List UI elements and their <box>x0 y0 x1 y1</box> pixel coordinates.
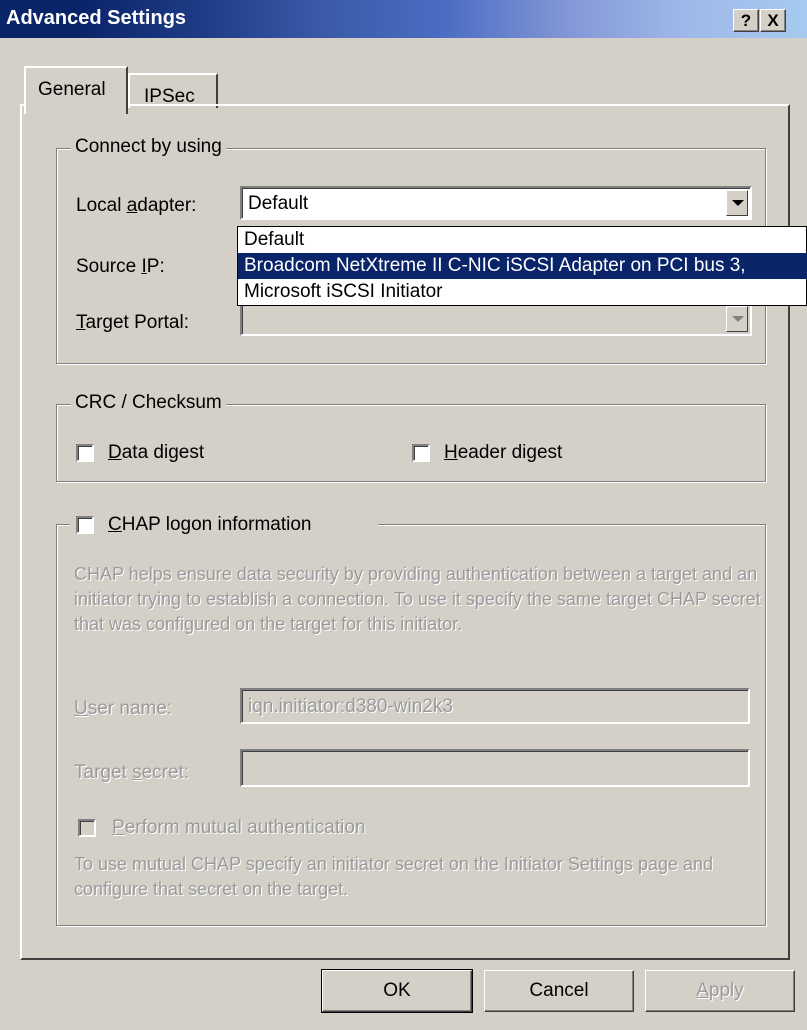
user-name-value: iqn.initiator:d380-win2k3 <box>248 696 453 717</box>
local-adapter-label: Local adapter: <box>76 195 197 216</box>
data-digest-label[interactable]: Data digest <box>108 442 204 464</box>
mutual-auth-checkbox[interactable] <box>78 819 96 837</box>
header-digest-label[interactable]: Header digest <box>444 442 562 464</box>
tab-general[interactable]: General <box>24 66 128 114</box>
apply-button[interactable]: Apply <box>645 970 795 1012</box>
crc-legend: CRC / Checksum <box>71 392 226 414</box>
close-button[interactable]: X <box>760 9 786 32</box>
header-digest-checkbox[interactable] <box>412 444 430 462</box>
cancel-button[interactable]: Cancel <box>484 970 634 1012</box>
target-secret-label: Target secret: <box>74 762 190 783</box>
chap-description: CHAP helps ensure data security by provi… <box>74 564 761 634</box>
target-portal-select[interactable] <box>240 302 752 336</box>
source-ip-label: Source IP: <box>76 256 165 277</box>
local-adapter-dropdown-button[interactable] <box>726 190 748 216</box>
tab-ipsec[interactable]: IPSec <box>128 73 218 108</box>
chap-label[interactable]: CHAP logon information <box>108 514 312 536</box>
dropdown-option-microsoft[interactable]: Microsoft iSCSI Initiator <box>238 279 807 305</box>
local-adapter-value: Default <box>248 193 309 214</box>
local-adapter-dropdown-list[interactable]: Default Broadcom NetXtreme II C-NIC iSCS… <box>237 226 807 306</box>
local-adapter-select[interactable]: Default <box>240 186 752 220</box>
title-bar[interactable]: Advanced Settings ? X <box>0 0 807 38</box>
target-portal-label: Target Portal: <box>76 312 189 333</box>
mutual-auth-label[interactable]: Perform mutual authentication <box>112 817 365 839</box>
ok-button[interactable]: OK <box>322 970 472 1012</box>
help-button[interactable]: ? <box>733 9 759 32</box>
dropdown-option-default[interactable]: Default <box>238 227 807 253</box>
target-portal-dropdown-button[interactable] <box>726 306 748 332</box>
data-digest-checkbox[interactable] <box>76 444 94 462</box>
user-name-field[interactable]: iqn.initiator:d380-win2k3 <box>240 688 750 724</box>
tab-general-label: General <box>38 79 106 100</box>
dropdown-option-broadcom[interactable]: Broadcom NetXtreme II C-NIC iSCSI Adapte… <box>238 253 807 279</box>
chevron-down-icon <box>732 316 744 322</box>
window-title: Advanced Settings <box>6 7 187 29</box>
chap-legend: CHAP logon information <box>70 512 378 538</box>
chap-checkbox[interactable] <box>76 516 94 534</box>
user-name-label: User name: <box>74 698 173 719</box>
mutual-note: To use mutual CHAP specify an initiator … <box>74 854 714 899</box>
target-secret-field[interactable] <box>240 749 750 787</box>
connect-legend: Connect by using <box>71 136 226 158</box>
chevron-down-icon <box>732 200 744 206</box>
